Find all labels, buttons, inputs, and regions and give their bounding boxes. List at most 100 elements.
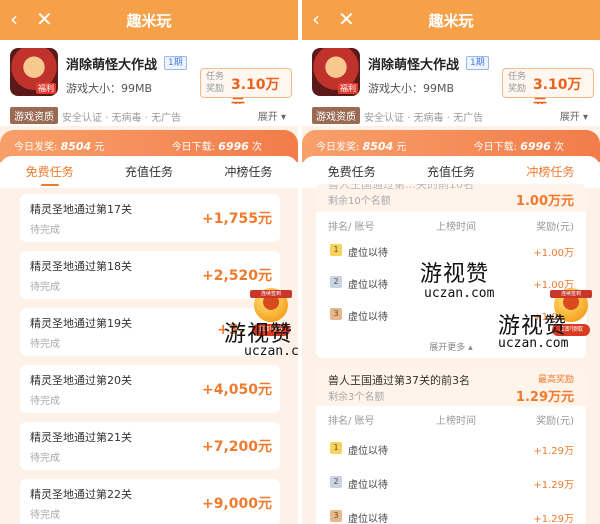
rank-max-label: 最高奖励 [537,375,574,385]
right-screen: ‹ ✕ 趣米玩 福利 消除萌怪大作战 1期 游戏大小：99MB 任务奖励 3.1… [302,0,600,524]
game-size: 游戏大小：99MB [66,82,153,95]
close-icon[interactable]: ✕ [36,7,53,31]
rank-columns: 排名/ 账号 上榜时间 奖励(元) [316,410,586,428]
task-amount: +1,755元 [201,211,272,227]
silver-medal-icon: 2 [330,276,342,288]
task-status: 待完成 [30,282,60,293]
tab-recharge-tasks[interactable]: 充值任务 [99,156,198,188]
task-name: 精灵圣地通过第20关 [30,374,132,387]
gold-medal-icon: 1 [330,442,342,454]
game-icon-tag: 福利 [338,83,358,94]
task-status: 待完成 [30,339,60,350]
task-status: 待完成 [30,453,60,464]
qualification-text: 安全认证 · 无病毒 · 无广告 [62,113,182,124]
rank-title: 兽人王国通过第37关的前3名 [328,374,470,387]
task-name: 精灵圣地通过第22关 [30,488,132,501]
period-badge: 1期 [164,56,187,70]
qualification-text: 安全认证 · 无病毒 · 无广告 [364,113,484,124]
task-amount: +7,200元 [201,439,272,455]
rank-columns: 排名/ 账号 上榜时间 奖励(元) [316,216,586,234]
today-downloads: 今日下载: 6996 次 [171,140,262,153]
task-item[interactable]: 精灵圣地通过第20关 待完成 +4,050元 [20,365,280,413]
col-time: 上榜时间 [436,222,476,233]
rank-remaining: 剩余3个名额 [328,392,385,403]
col-time: 上榜时间 [436,416,476,427]
task-amount: +2,520元 [201,268,272,284]
gold-medal-icon: 1 [330,244,342,256]
period-badge: 1期 [466,56,489,70]
task-status: 待完成 [30,510,60,521]
game-name: 消除萌怪大作战 [368,58,460,73]
qualification-tag: 游戏资质 [10,107,58,124]
rank-title: 兽人王国通过第…关的前10名 [328,184,474,191]
rank-account: 虚位以待 [348,514,388,524]
task-reward-box: 任务奖励 3.10万元 [502,68,594,113]
rank-account: 虚位以待 [348,248,388,259]
back-icon[interactable]: ‹ [312,7,320,31]
bronze-medal-icon: 3 [330,308,342,320]
rank-account: 虚位以待 [348,446,388,457]
col-reward: 奖励(元) [536,222,574,233]
col-reward: 奖励(元) [536,416,574,427]
col-rank: 排名/ 账号 [328,222,375,233]
expand-button[interactable]: 展开 ▾ [258,108,286,123]
expand-button[interactable]: 展开 ▾ [560,108,588,123]
watermark-url: uczan.com [424,286,495,301]
rank-account: 虚位以待 [348,280,388,291]
watermark-url: uczan.com [498,336,569,351]
rank-reward: +1.29万 [533,446,574,457]
game-icon: 福利 [10,48,58,96]
task-item[interactable]: 精灵圣地通过第17关 待完成 +1,755元 [20,194,280,242]
rank-remaining: 剩余10个名额 [328,196,391,207]
task-amount: +4,050元 [201,382,272,398]
task-name: 精灵圣地通过第18关 [30,260,132,273]
today-payout: 今日发奖: 8504 元 [14,140,105,153]
page-title: 趣米玩 [126,11,172,30]
bubble-ribbon: 连续签到 [550,290,592,298]
rank-card-header: 兽人王国通过第37关的前3名 剩余3个名额 最高奖励 1.29万元 [316,368,586,406]
rank-reward: +1.00万 [533,248,574,259]
watermark-url: uczan.com [244,344,298,359]
today-payout: 今日发奖: 8504 元 [316,140,407,153]
game-name: 消除萌怪大作战 [66,58,158,73]
left-screen: ‹ ✕ 趣米玩 福利 消除萌怪大作战 1期 游戏大小：99MB 任务奖励 3.1… [0,0,298,524]
col-rank: 排名/ 账号 [328,416,375,427]
qualification-row: 游戏资质 安全认证 · 无病毒 · 无广告 展开 ▾ [302,104,600,126]
task-status: 待完成 [30,396,60,407]
rank-card-header: 兽人王国通过第…关的前10名 剩余10个名额 1.00万元 [316,184,586,212]
task-amount: +9,000元 [201,496,272,512]
task-item[interactable]: 精灵圣地通过第22关 待完成 +9,000元 [20,479,280,524]
rank-max-reward: 1.29万元 [515,390,574,405]
close-icon[interactable]: ✕ [338,7,355,31]
game-icon: 福利 [312,48,360,96]
task-status: 待完成 [30,225,60,236]
task-tabs: 免费任务 充值任务 冲榜任务 [0,156,298,188]
task-name: 精灵圣地通过第21关 [30,431,132,444]
task-name: 精灵圣地通过第19关 [30,317,132,330]
rank-max-reward: 1.00万元 [515,194,574,209]
rank-row: 1 虚位以待 +1.29万 [316,438,586,460]
tab-rank-tasks[interactable]: 冲榜任务 [199,156,298,188]
page-title: 趣米玩 [428,11,474,30]
game-icon-tag: 福利 [36,83,56,94]
qualification-row: 游戏资质 安全认证 · 无病毒 · 无广告 展开 ▾ [0,104,298,126]
task-reward-label: 任务奖励 [205,72,224,94]
rank-reward: +1.29万 [533,514,574,524]
today-downloads: 今日下载: 6996 次 [473,140,564,153]
task-reward-label: 任务奖励 [507,72,526,94]
game-size: 游戏大小：99MB [368,82,455,95]
rank-card: 兽人王国通过第37关的前3名 剩余3个名额 最高奖励 1.29万元 排名/ 账号… [316,368,586,524]
back-icon[interactable]: ‹ [10,7,18,31]
top-bar: ‹ ✕ 趣米玩 [0,0,298,40]
tab-free-tasks[interactable]: 免费任务 [0,156,99,188]
task-item[interactable]: 精灵圣地通过第21关 待完成 +7,200元 [20,422,280,470]
rank-row: 3 虚位以待 +1.29万 [316,506,586,524]
game-header: 福利 消除萌怪大作战 1期 游戏大小：99MB 任务奖励 3.10万元 [302,40,600,113]
top-bar: ‹ ✕ 趣米玩 [302,0,600,40]
silver-medal-icon: 2 [330,476,342,488]
bronze-medal-icon: 3 [330,510,342,522]
rank-row: 2 虚位以待 +1.29万 [316,472,586,494]
rank-account: 虚位以待 [348,480,388,491]
bubble-ribbon: 连续签到 [250,290,292,298]
task-item[interactable]: 精灵圣地通过第18关 待完成 +2,520元 [20,251,280,299]
